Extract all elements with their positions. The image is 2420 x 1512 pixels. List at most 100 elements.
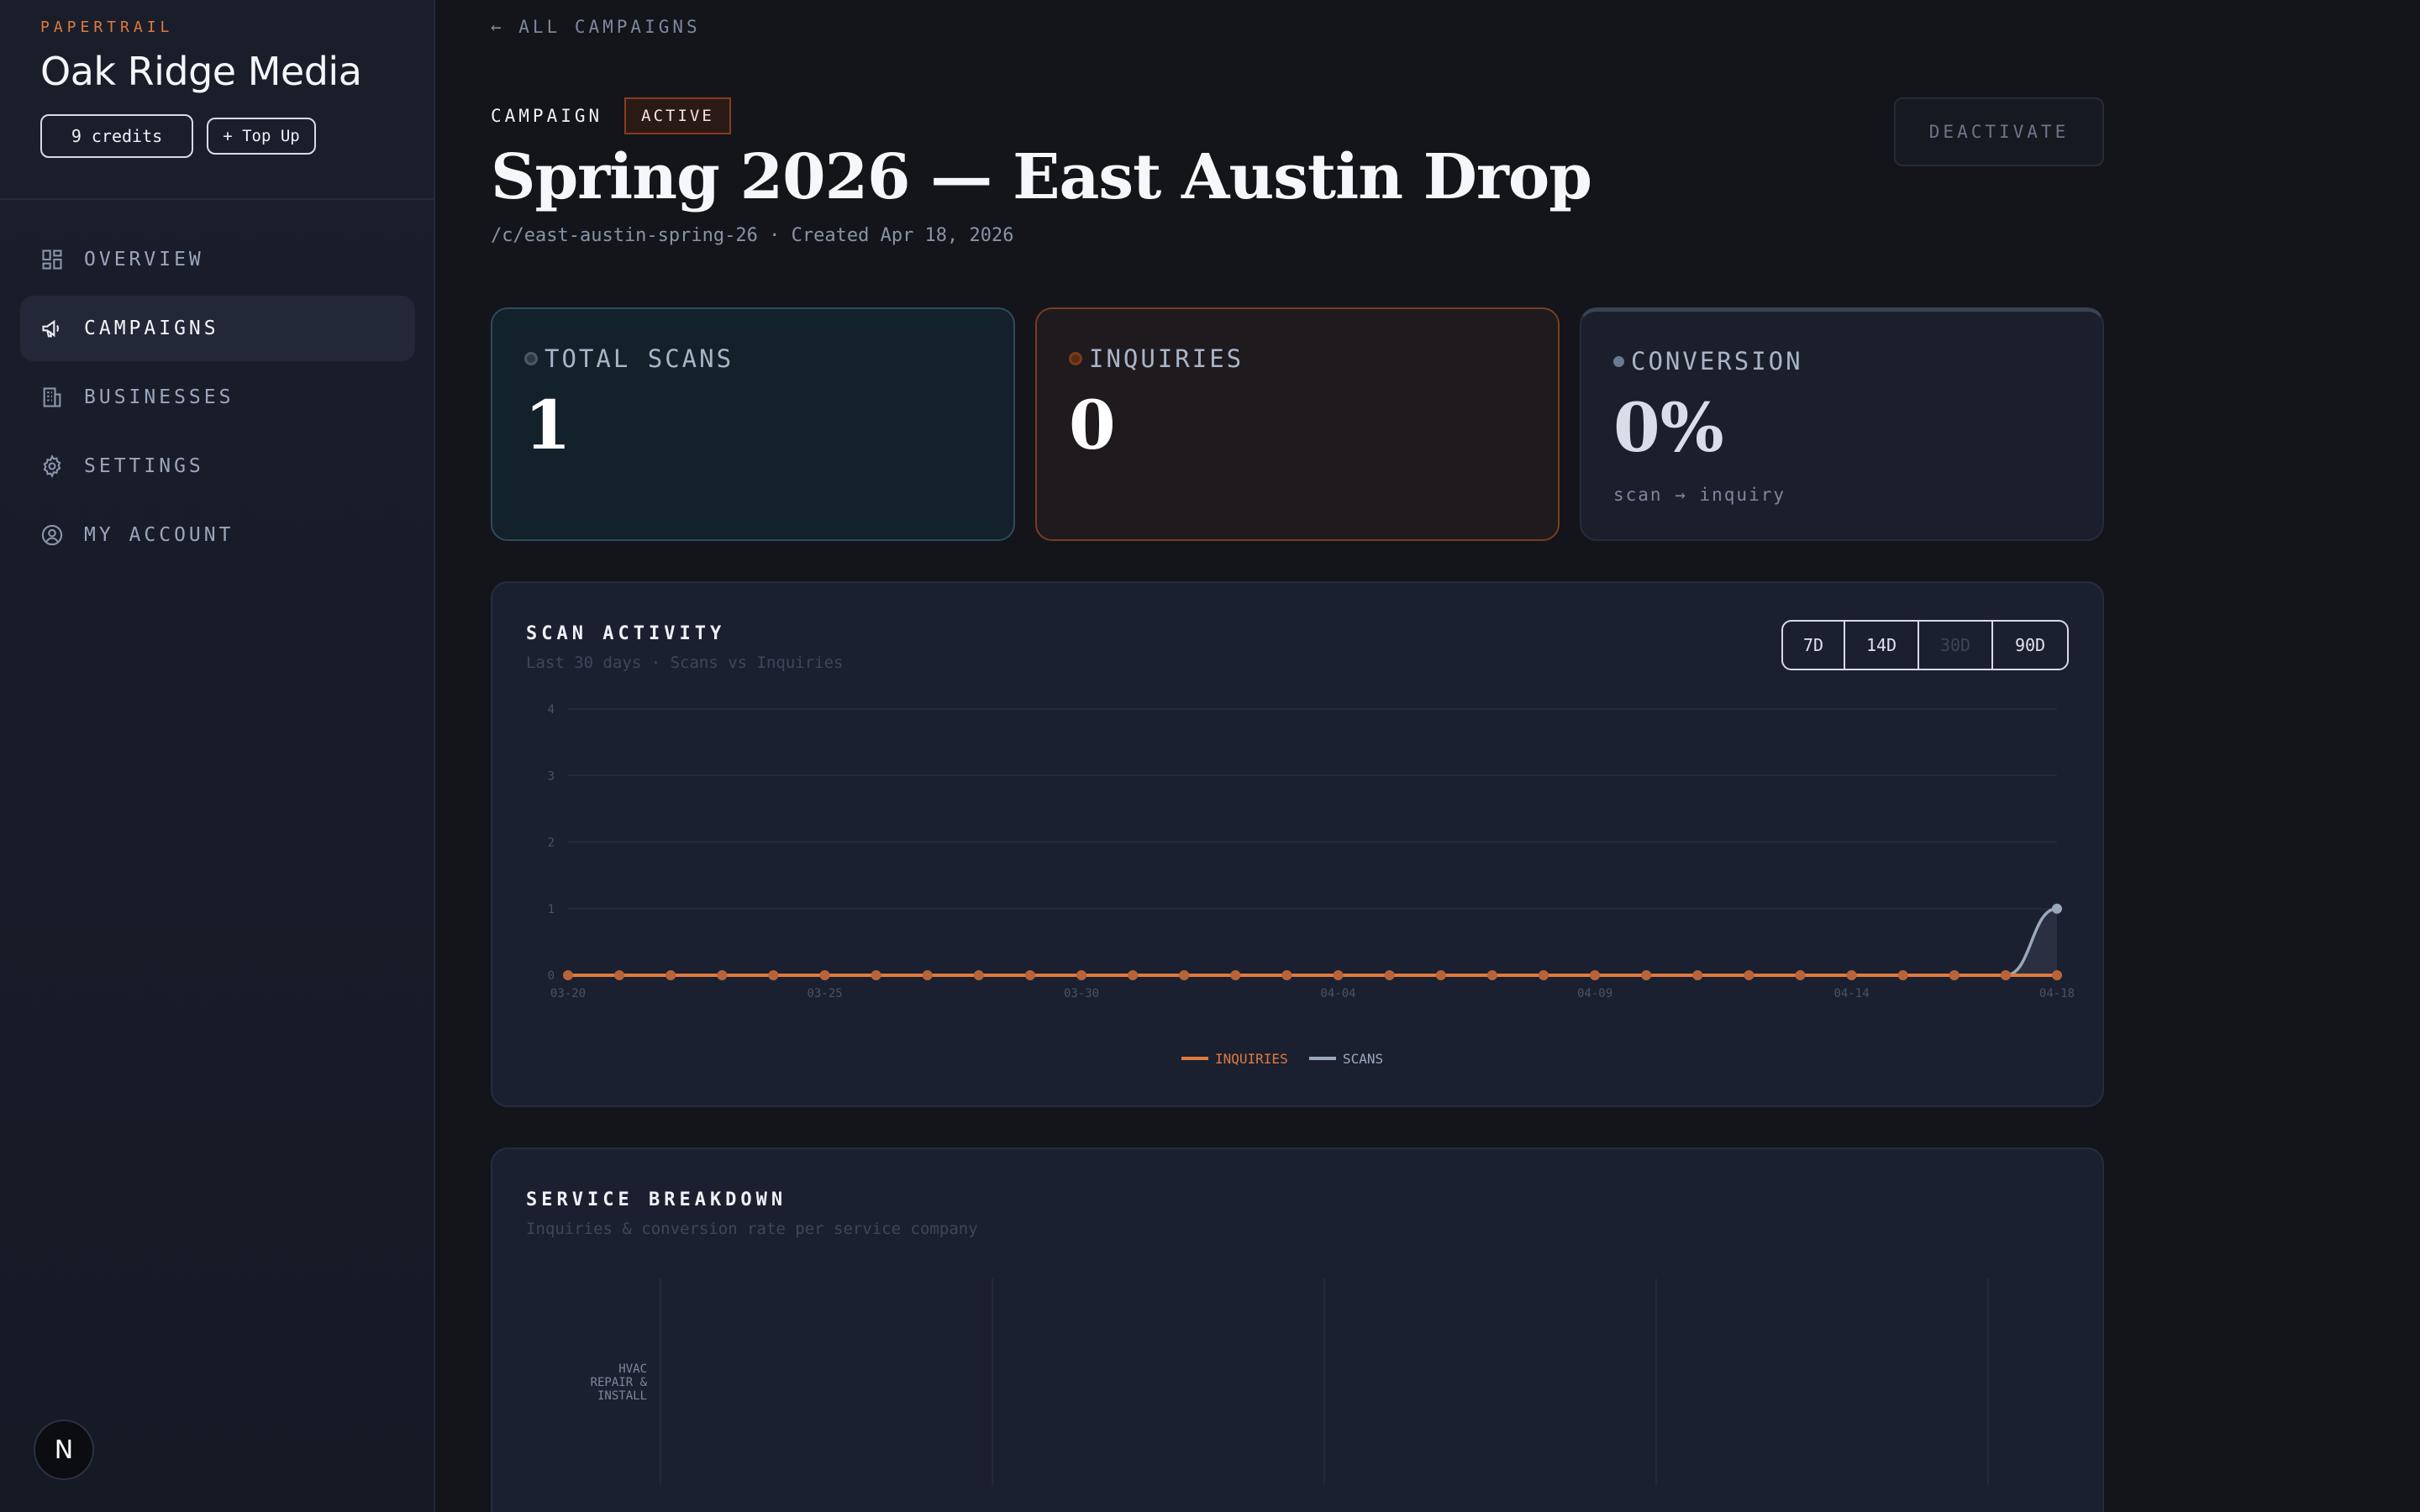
campaign-label: CAMPAIGN	[491, 106, 603, 126]
stat-value: 0	[1069, 386, 1116, 465]
sidebar-item-label: SETTINGS	[84, 455, 204, 477]
status-dot-icon	[524, 352, 538, 365]
inquiries-point	[1076, 970, 1087, 980]
sidebar-item-settings[interactable]: SETTINGS	[20, 433, 415, 499]
inquiries-point	[1795, 970, 1806, 980]
x-tick-label: 03-20	[550, 987, 586, 1000]
inquiries-point	[1128, 970, 1139, 980]
inquiries-point	[2000, 970, 2011, 980]
sidebar-item-label: BUSINESSES	[84, 386, 234, 408]
x-tick-label: 04-14	[1834, 987, 1870, 1000]
deactivate-button[interactable]: DEACTIVATE	[1894, 97, 2104, 166]
sidebar-item-campaigns[interactable]: CAMPAIGNS	[20, 296, 415, 361]
scan-activity-panel: SCAN ACTIVITY Last 30 days · Scans vs In…	[491, 581, 2104, 1107]
sidebar-divider	[0, 198, 435, 200]
stat-card-total-scans: TOTAL SCANS 1	[491, 307, 1015, 541]
sidebar-item-label: MY ACCOUNT	[84, 524, 234, 546]
megaphone-icon	[40, 317, 64, 340]
inquiries-point	[1435, 970, 1446, 980]
inquiries-point	[666, 970, 676, 980]
stat-value: 0%	[1613, 388, 1724, 467]
inquiries-point	[1897, 970, 1908, 980]
stat-value: 1	[524, 386, 571, 465]
inquiries-point	[1179, 970, 1190, 980]
org-name: Oak Ridge Media	[40, 49, 362, 94]
framework-badge[interactable]: N	[34, 1420, 94, 1480]
inquiries-point	[614, 970, 625, 980]
inquiries-point	[1333, 970, 1344, 980]
scan-activity-chart: 0 1 2 3 4 03-20 03-25 03-30 04-04 04-09 04-14 04-18…	[548, 703, 2075, 1067]
status-dot-icon	[1069, 352, 1082, 365]
page-title: Spring 2026 — East Austin Drop	[491, 141, 1592, 213]
scans-area	[568, 908, 2057, 975]
sidebar-item-label: CAMPAIGNS	[84, 318, 219, 339]
inquiries-point	[1281, 970, 1292, 980]
status-badge: ACTIVE	[624, 97, 731, 134]
legend-label-scans: SCANS	[1343, 1051, 1383, 1067]
category-label: HVAC REPAIR & INSTALL	[591, 1362, 648, 1403]
user-circle-icon	[40, 523, 64, 547]
service-breakdown-panel: SERVICE BREAKDOWN Inquiries & conversion…	[491, 1147, 2104, 1512]
stat-card-conversion: CONVERSION 0% scan → inquiry	[1580, 307, 2104, 541]
inquiries-point	[1641, 970, 1652, 980]
service-breakdown-chart: 01234HVACREPAIR &INSTALL	[591, 1278, 1989, 1485]
x-tick-label: 03-30	[1064, 987, 1099, 1000]
scans-line	[567, 907, 2058, 977]
inquiries-point	[768, 970, 779, 980]
scans-point	[2052, 903, 2062, 914]
stat-note: scan → inquiry	[1613, 485, 1786, 505]
x-tick-label: 04-04	[1320, 987, 1355, 1000]
x-tick-label: 04-09	[1577, 987, 1612, 1000]
stat-label: INQUIRIES	[1089, 344, 1244, 373]
legend-label-inquiries: INQUIRIES	[1215, 1051, 1288, 1067]
inquiries-point	[1692, 970, 1703, 980]
inquiries-point	[973, 970, 984, 980]
inquiries-point	[1384, 970, 1395, 980]
inquiries-point	[2052, 970, 2062, 980]
sidebar-item-businesses[interactable]: BUSINESSES	[20, 365, 415, 430]
sidebar-item-overview[interactable]: OVERVIEW	[20, 227, 415, 292]
brand-tag: PAPERTRAIL	[40, 18, 174, 36]
back-to-campaigns-link[interactable]: ← ALL CAMPAIGNS	[491, 17, 701, 37]
x-tick-label: 03-25	[807, 987, 842, 1000]
inquiries-point	[1486, 970, 1497, 980]
inquiries-point	[1846, 970, 1857, 980]
y-tick-label: 0	[548, 969, 555, 983]
inquiries-point	[1590, 970, 1601, 980]
inquiries-point	[1949, 970, 1960, 980]
stat-header: TOTAL SCANS	[524, 344, 1013, 373]
building-icon	[40, 386, 64, 409]
stat-label: CONVERSION	[1631, 347, 1803, 375]
stat-label: TOTAL SCANS	[544, 344, 734, 373]
sidebar-nav: OVERVIEW CAMPAIGNS BUSINESSES SETTINGS M…	[20, 227, 415, 571]
credits-badge[interactable]: 9 credits	[40, 114, 193, 158]
stat-header: INQUIRIES	[1069, 344, 1558, 373]
y-tick-label: 2	[548, 837, 555, 850]
inquiries-point	[1538, 970, 1549, 980]
y-tick-label: 4	[548, 703, 555, 717]
campaign-subline: /c/east-austin-spring-26 · Created Apr 1…	[491, 225, 1014, 246]
inquiries-point	[871, 970, 881, 980]
inquiries-point	[717, 970, 728, 980]
inquiries-point	[1744, 970, 1754, 980]
sidebar-item-my-account[interactable]: MY ACCOUNT	[20, 502, 415, 568]
x-tick-label: 04-18	[2039, 987, 2075, 1000]
top-up-button[interactable]: + Top Up	[207, 118, 316, 155]
stat-header: CONVERSION	[1613, 347, 2102, 375]
stat-card-inquiries: INQUIRIES 0	[1035, 307, 1560, 541]
stat-cards: TOTAL SCANS 1 INQUIRIES 0 CONVERSION 0% …	[491, 307, 2104, 541]
sidebar: PAPERTRAIL Oak Ridge Media 9 credits + T…	[0, 0, 435, 1512]
inquiries-point	[922, 970, 933, 980]
inquiries-point	[563, 970, 573, 980]
grid-icon	[40, 248, 64, 271]
inquiries-point	[819, 970, 830, 980]
gear-icon	[40, 454, 64, 478]
status-dot-icon	[1613, 355, 1624, 367]
sidebar-item-label: OVERVIEW	[84, 249, 204, 270]
campaign-meta-row: CAMPAIGN ACTIVE	[491, 97, 731, 134]
inquiries-point	[1230, 970, 1241, 980]
credit-row: 9 credits + Top Up	[40, 114, 316, 158]
y-tick-label: 1	[548, 903, 555, 916]
y-tick-label: 3	[548, 769, 555, 783]
inquiries-point	[1024, 970, 1035, 980]
